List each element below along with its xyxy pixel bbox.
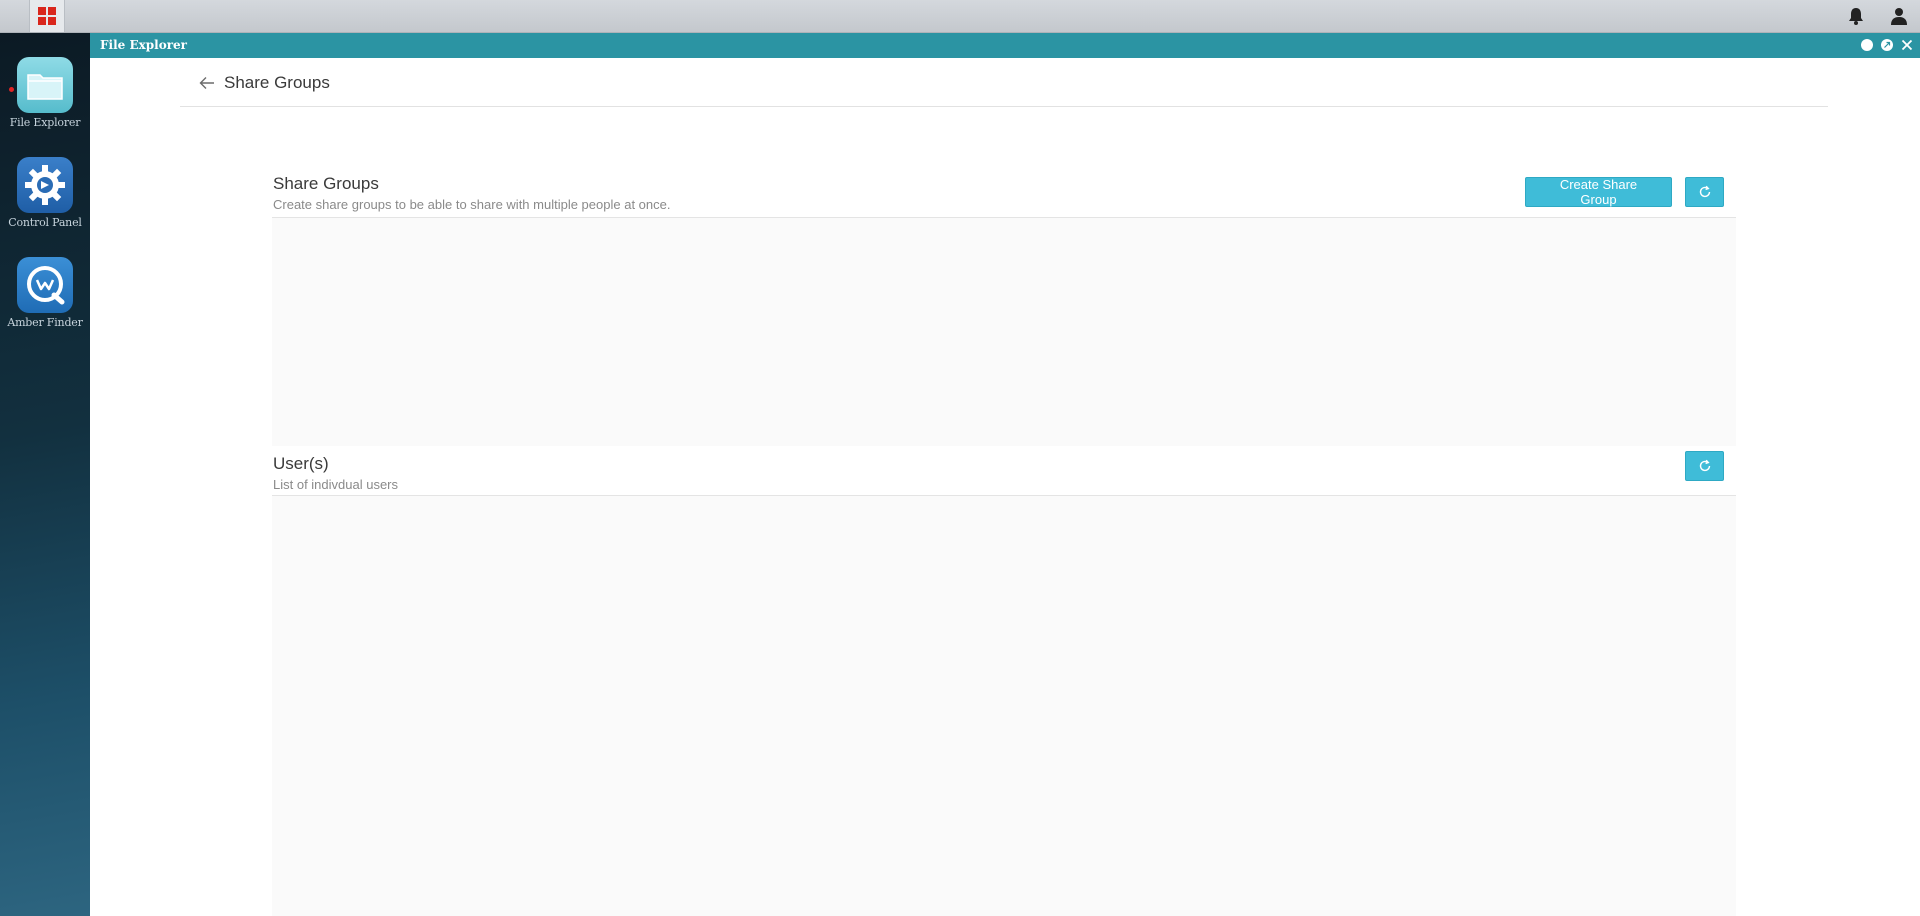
minimize-icon[interactable] bbox=[1860, 38, 1874, 52]
refresh-users-button[interactable] bbox=[1685, 451, 1724, 481]
close-icon[interactable] bbox=[1900, 38, 1914, 52]
active-indicator bbox=[9, 87, 14, 92]
dock-item-amber-finder[interactable]: Amber Finder bbox=[0, 257, 90, 329]
dock-item-label: Control Panel bbox=[8, 216, 82, 229]
notifications-bell-icon[interactable] bbox=[1845, 5, 1867, 27]
amber-finder-icon bbox=[17, 257, 73, 313]
dock-item-label: File Explorer bbox=[9, 116, 81, 129]
window-content: Share Groups Share Groups Create share g… bbox=[90, 58, 1920, 916]
share-groups-title: Share Groups bbox=[273, 174, 379, 193]
system-taskbar bbox=[0, 0, 1920, 33]
users-subtitle: List of indivdual users bbox=[273, 477, 399, 492]
refresh-icon bbox=[1699, 459, 1710, 472]
page-header: Share Groups bbox=[180, 58, 1828, 107]
share-groups-list-panel bbox=[272, 218, 1736, 446]
start-menu-button[interactable] bbox=[29, 0, 65, 32]
share-groups-subtitle: Create share groups to be able to share … bbox=[273, 197, 671, 212]
maximize-icon[interactable] bbox=[1880, 38, 1894, 52]
dock-item-control-panel[interactable]: Control Panel bbox=[0, 157, 90, 229]
share-groups-section-header: Share Groups Create share groups to be a… bbox=[272, 166, 1736, 218]
gear-icon bbox=[17, 157, 73, 213]
grid-icon bbox=[38, 7, 56, 25]
refresh-share-groups-button[interactable] bbox=[1685, 177, 1724, 207]
users-list-panel bbox=[272, 496, 1736, 916]
create-share-group-button[interactable]: Create Share Group bbox=[1525, 177, 1672, 207]
dock-item-label: Amber Finder bbox=[7, 316, 83, 329]
users-section-header: User(s) List of indivdual users bbox=[272, 446, 1736, 496]
folder-icon bbox=[17, 57, 73, 113]
app-dock: File Explorer Control Panel Amber Finder bbox=[0, 33, 90, 916]
dock-item-file-explorer[interactable]: File Explorer bbox=[0, 57, 90, 129]
file-explorer-window: File Explorer Share Groups Share Groups … bbox=[90, 33, 1920, 916]
back-arrow-icon[interactable] bbox=[198, 74, 216, 92]
page-title: Share Groups bbox=[224, 73, 330, 92]
window-titlebar[interactable]: File Explorer bbox=[90, 33, 1920, 58]
users-title: User(s) bbox=[273, 454, 329, 473]
user-account-icon[interactable] bbox=[1888, 5, 1910, 27]
window-title: File Explorer bbox=[100, 38, 187, 52]
refresh-icon bbox=[1699, 185, 1710, 198]
